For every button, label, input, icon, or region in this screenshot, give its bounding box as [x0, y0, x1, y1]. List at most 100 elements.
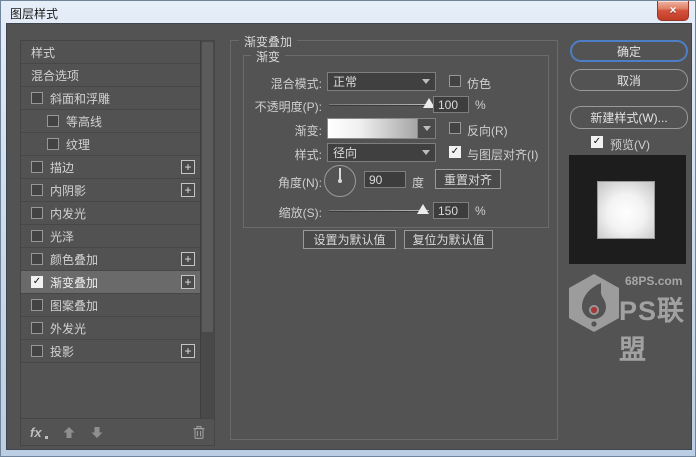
effect-checkbox[interactable]	[47, 115, 59, 127]
dither-label: 仿色	[467, 77, 492, 91]
sidebar-item[interactable]: 样式	[21, 41, 201, 64]
scale-unit: %	[475, 204, 486, 218]
trash-icon	[193, 425, 205, 439]
sidebar-item[interactable]: 投影 +	[21, 340, 201, 363]
hexagon-logo-icon	[569, 274, 619, 332]
scale-input[interactable]	[433, 202, 469, 219]
sidebar-item[interactable]: 混合选项	[21, 64, 201, 87]
effect-checkbox[interactable]	[31, 345, 43, 357]
sidebar-item[interactable]: 纹理	[21, 133, 201, 156]
sidebar-item-label: 投影	[50, 344, 75, 359]
style-label: 样式:	[294, 148, 322, 162]
sidebar-item-label: 描边	[50, 160, 75, 175]
window-title: 图层样式	[10, 7, 59, 21]
sidebar-item-label: 外发光	[50, 321, 87, 336]
preview-checkbox[interactable]	[591, 136, 603, 148]
title-bar[interactable]: 图层样式 ×	[1, 1, 695, 23]
layer-style-dialog: 图层样式 × 样式混合选项斜面和浮雕等高线纹理描边 + 内阴影 + 内发光光泽颜色叠加 +…	[0, 0, 696, 457]
arrow-down-icon	[91, 426, 103, 438]
slider-track	[329, 210, 429, 212]
preview-thumbnail	[569, 155, 686, 264]
blend-mode-select[interactable]: 正常	[327, 72, 436, 91]
chevron-down-icon	[422, 126, 431, 131]
watermark: 68PS.com PS联盟	[563, 267, 696, 365]
scrollbar-thumb[interactable]	[202, 42, 213, 332]
slider-thumb[interactable]	[417, 204, 429, 214]
sidebar-scrollbar[interactable]	[200, 41, 214, 419]
move-up-button[interactable]	[62, 426, 76, 439]
angle-dial[interactable]	[324, 165, 356, 197]
add-effect-button[interactable]: +	[181, 160, 195, 174]
sidebar-item-label: 斜面和浮雕	[50, 91, 111, 106]
sidebar-list: 样式混合选项斜面和浮雕等高线纹理描边 + 内阴影 + 内发光光泽颜色叠加 + 渐变叠加 + 图案…	[21, 41, 201, 419]
gradient-picker-dropdown[interactable]	[418, 118, 436, 139]
reset-default-button[interactable]: 复位为默认值	[404, 230, 493, 249]
fx-menu-button[interactable]: fx	[30, 425, 48, 440]
effect-checkbox[interactable]	[47, 138, 59, 150]
effect-checkbox[interactable]	[31, 184, 43, 196]
effect-checkbox[interactable]	[31, 230, 43, 242]
sidebar-item-label: 颜色叠加	[50, 252, 99, 267]
dither-checkbox[interactable]	[449, 75, 461, 87]
sidebar-item-label: 内阴影	[50, 183, 87, 198]
add-effect-button[interactable]: +	[181, 344, 195, 358]
add-effect-button[interactable]: +	[181, 275, 195, 289]
delete-effect-button[interactable]	[192, 425, 206, 440]
effect-checkbox[interactable]	[31, 207, 43, 219]
watermark-name: PS联盟	[619, 296, 686, 365]
reverse-label: 反向(R)	[467, 124, 508, 138]
gradient-picker[interactable]	[327, 118, 418, 139]
gradient-label: 渐变:	[294, 124, 322, 138]
sidebar-item[interactable]: 描边 +	[21, 156, 201, 179]
group-title: 渐变	[251, 48, 286, 65]
gradient-group: 渐变 混合模式: 正常 仿色 不透明度(P): % 渐变:	[243, 48, 549, 228]
opacity-slider[interactable]	[329, 96, 435, 112]
watermark-site: 68PS.com	[625, 274, 683, 288]
reverse-checkbox[interactable]	[449, 122, 461, 134]
sidebar-item[interactable]: 等高线	[21, 110, 201, 133]
sidebar-item-label: 内发光	[50, 206, 87, 221]
effect-checkbox[interactable]	[31, 92, 43, 104]
sidebar-item[interactable]: 斜面和浮雕	[21, 87, 201, 110]
effect-checkbox[interactable]	[31, 322, 43, 334]
effect-checkbox[interactable]	[31, 276, 43, 288]
effect-checkbox[interactable]	[31, 299, 43, 311]
align-with-layer-checkbox[interactable]	[449, 146, 461, 158]
sidebar-item[interactable]: 内阴影 +	[21, 179, 201, 202]
reset-align-button[interactable]: 重置对齐	[435, 169, 501, 189]
blend-mode-value: 正常	[333, 75, 358, 89]
close-button[interactable]: ×	[657, 1, 689, 21]
blend-mode-label: 混合模式:	[270, 77, 322, 91]
sidebar-item[interactable]: 外发光	[21, 317, 201, 340]
angle-input[interactable]	[364, 171, 406, 188]
cancel-button[interactable]: 取消	[570, 69, 688, 91]
ok-button[interactable]: 确定	[570, 40, 688, 62]
move-down-button[interactable]	[90, 426, 104, 439]
opacity-input[interactable]	[433, 96, 469, 113]
sidebar-item-label: 样式	[31, 45, 56, 60]
gradient-style-value: 径向	[333, 146, 358, 160]
sidebar-item[interactable]: 渐变叠加 +	[21, 271, 201, 294]
sidebar-item-label: 图案叠加	[50, 298, 99, 313]
sidebar-item[interactable]: 光泽	[21, 225, 201, 248]
sidebar-item-label: 光泽	[50, 229, 75, 244]
add-effect-button[interactable]: +	[181, 252, 195, 266]
add-effect-button[interactable]: +	[181, 183, 195, 197]
slider-track	[329, 104, 429, 106]
sidebar-item[interactable]: 图案叠加	[21, 294, 201, 317]
close-icon: ×	[669, 3, 677, 17]
sidebar-item-label: 等高线	[66, 114, 103, 129]
angle-label: 角度(N):	[278, 176, 322, 190]
preview-label: 预览(V)	[610, 138, 650, 152]
chevron-down-icon	[422, 79, 430, 84]
effect-checkbox[interactable]	[31, 253, 43, 265]
set-default-button[interactable]: 设置为默认值	[303, 230, 396, 249]
new-style-button[interactable]: 新建样式(W)...	[570, 106, 688, 129]
effect-checkbox[interactable]	[31, 161, 43, 173]
angle-unit: 度	[412, 176, 425, 190]
opacity-label: 不透明度(P):	[254, 100, 322, 114]
sidebar-item[interactable]: 颜色叠加 +	[21, 248, 201, 271]
gradient-style-select[interactable]: 径向	[327, 143, 436, 162]
scale-slider[interactable]	[329, 202, 429, 218]
sidebar-item[interactable]: 内发光	[21, 202, 201, 225]
